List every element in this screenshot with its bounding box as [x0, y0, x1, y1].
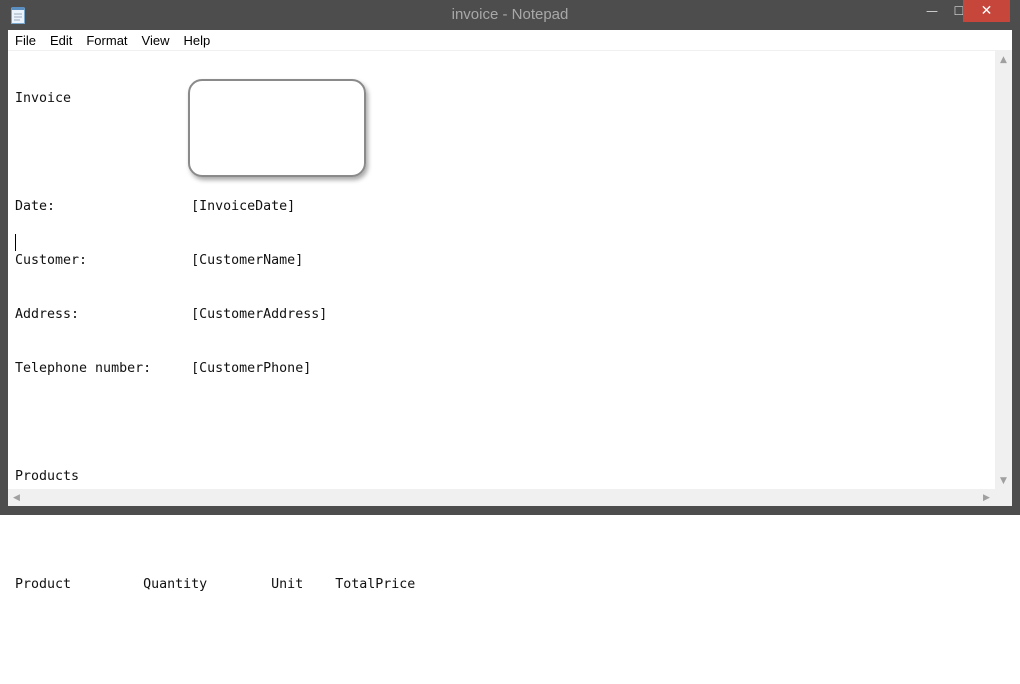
notepad-window: invoice - Notepad — ☐ ✕ File Edit Format…	[0, 0, 1020, 592]
menu-format[interactable]: Format	[79, 30, 134, 51]
placeholder-highlight-box	[188, 79, 366, 177]
text-editor[interactable]: Invoice Date: [InvoiceDate] Customer: [C…	[8, 51, 995, 592]
size-grip[interactable]	[995, 489, 1012, 506]
document-line: Address: [CustomerAddress]	[15, 307, 328, 322]
menu-view[interactable]: View	[135, 30, 177, 51]
document-line: Customer: [CustomerName]	[15, 253, 304, 268]
window-title: invoice - Notepad	[451, 6, 569, 23]
scroll-down-icon[interactable]: ▼	[995, 472, 1012, 489]
title-bar[interactable]: invoice - Notepad — ☐ ✕	[0, 0, 1020, 30]
menu-file[interactable]: File	[8, 30, 43, 51]
scroll-right-icon[interactable]: ▶	[978, 489, 995, 506]
text-caret	[15, 234, 16, 251]
menu-help[interactable]: Help	[176, 30, 217, 51]
scroll-up-icon[interactable]: ▲	[995, 51, 1012, 68]
menu-bar: File Edit Format View Help	[8, 30, 1012, 51]
document-line: Products	[15, 469, 80, 484]
document-line: Date: [InvoiceDate]	[15, 199, 296, 214]
close-button[interactable]: ✕	[963, 0, 1010, 22]
document-line: Telephone number: [CustomerPhone]	[15, 361, 312, 376]
scroll-left-icon[interactable]: ◀	[8, 489, 25, 506]
minimize-button[interactable]: —	[918, 0, 946, 22]
horizontal-scrollbar[interactable]: ◀ ▶	[8, 489, 995, 506]
document-line: Product Quantity Unit TotalPrice	[15, 577, 416, 592]
vertical-scrollbar[interactable]: ▲ ▼	[995, 51, 1012, 489]
menu-edit[interactable]: Edit	[43, 30, 79, 51]
